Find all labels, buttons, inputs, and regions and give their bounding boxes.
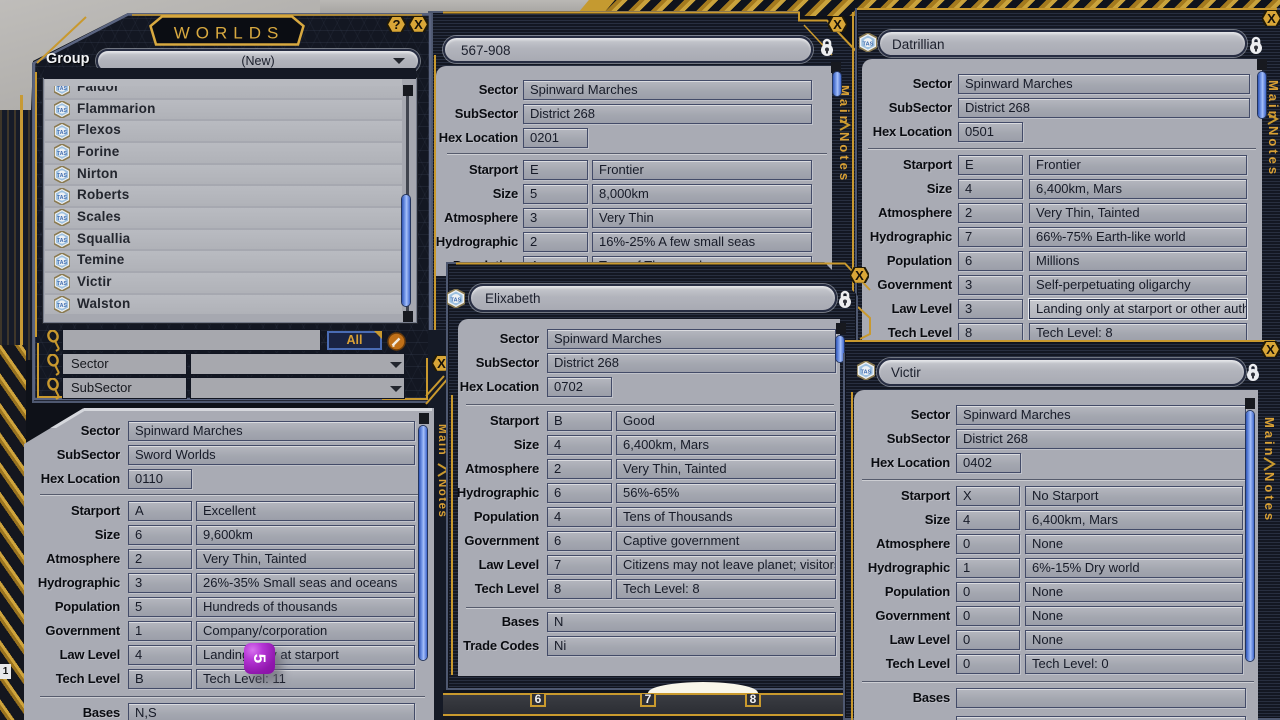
svg-text:WORLDS: WORLDS: [174, 24, 285, 43]
svg-text:TAS: TAS: [57, 195, 67, 201]
svg-text:X: X: [1266, 341, 1275, 356]
svg-text:TAS: TAS: [57, 108, 67, 114]
svg-text:TAS: TAS: [862, 42, 873, 48]
svg-text:TAS: TAS: [450, 298, 461, 304]
svg-text:TAS: TAS: [57, 87, 67, 93]
svg-text:X: X: [1267, 10, 1276, 25]
svg-text:TAS: TAS: [860, 370, 871, 376]
svg-text:TAS: TAS: [57, 303, 67, 309]
svg-text:TAS: TAS: [57, 282, 67, 288]
svg-text:?: ?: [392, 16, 400, 31]
svg-text:X: X: [855, 267, 864, 282]
svg-text:X: X: [414, 16, 423, 31]
svg-text:X: X: [833, 16, 842, 31]
svg-text:TAS: TAS: [57, 152, 67, 158]
svg-text:TAS: TAS: [57, 217, 67, 223]
svg-text:TAS: TAS: [57, 130, 67, 136]
svg-text:TAS: TAS: [57, 260, 67, 266]
svg-text:TAS: TAS: [57, 173, 67, 179]
svg-text:TAS: TAS: [57, 238, 67, 244]
